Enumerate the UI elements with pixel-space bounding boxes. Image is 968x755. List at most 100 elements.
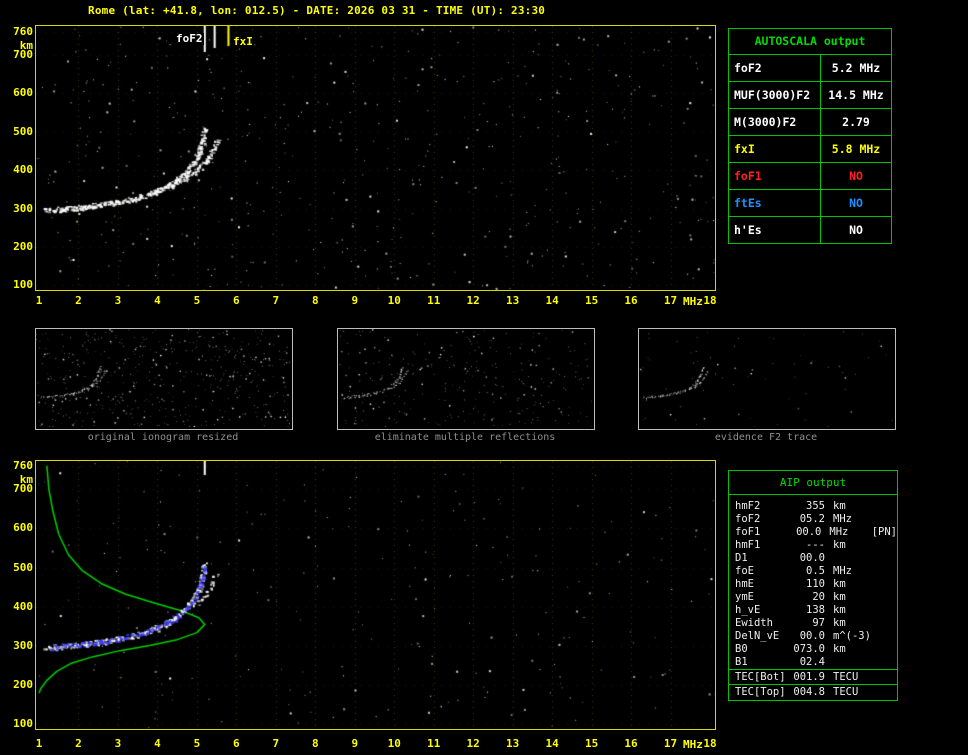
- x-tick-label: 9: [342, 738, 368, 750]
- autoscala-row-label: fxI: [729, 136, 821, 162]
- aip-unit: MHz: [825, 565, 875, 578]
- autoscala-output-rows: foF25.2 MHzMUF(3000)F214.5 MHzM(3000)F22…: [729, 55, 891, 243]
- aip-row: foE0.5MHz: [729, 565, 897, 578]
- autoscala-row-value: NO: [821, 190, 891, 216]
- autoscala-row-value: 2.79: [821, 109, 891, 135]
- aip-value: 0.5: [791, 565, 825, 578]
- scaled-ionogram-plot: [35, 25, 716, 291]
- y-tick-label: 760: [1, 460, 33, 472]
- x-tick-label: 13: [500, 738, 526, 750]
- aip-unit: TECU: [825, 685, 875, 699]
- y-tick-label: 600: [1, 522, 33, 534]
- autoscala-row-label: M(3000)F2: [729, 109, 821, 135]
- aip-name: B0: [735, 643, 791, 656]
- x-tick-label: 6: [223, 295, 249, 307]
- aip-row: B0073.0km: [729, 643, 897, 656]
- x-tick-label: 4: [144, 295, 170, 307]
- autoscala-window: Rome (lat: +41.8, lon: 012.5) - DATE: 20…: [0, 0, 968, 755]
- aip-row: Ewidth97km: [729, 617, 897, 630]
- x-tick-label: 15: [579, 738, 605, 750]
- aip-unit: km: [825, 643, 875, 656]
- aip-extra: [875, 578, 877, 591]
- aip-output-table: AIP output hmF2355kmfoF205.2MHzfoF100.0M…: [728, 470, 898, 701]
- y-tick-label: 300: [1, 640, 33, 652]
- x-tick-label: 12: [460, 738, 486, 750]
- thumbnail-caption-eliminate: eliminate multiple reflections: [336, 432, 594, 443]
- aip-name: hmF2: [735, 500, 791, 513]
- x-tick-label: 2: [65, 295, 91, 307]
- x-tick-label: 16: [618, 738, 644, 750]
- autoscala-output-table: AUTOSCALA output foF25.2 MHzMUF(3000)F21…: [728, 28, 892, 244]
- fof2-marker-label: foF2: [175, 33, 204, 45]
- y-axis-unit-label: km: [1, 40, 33, 52]
- aip-name: hmF1: [735, 539, 791, 552]
- aip-extra: [875, 685, 877, 699]
- y-tick-label: 200: [1, 679, 33, 691]
- aip-unit: TECU: [825, 670, 875, 684]
- thumbnail-eliminate-canvas: [338, 329, 592, 427]
- aip-extra: [875, 539, 877, 552]
- aip-value: 001.9: [791, 670, 825, 684]
- autoscala-row: ftEsNO: [729, 190, 891, 217]
- x-tick-label: 10: [381, 295, 407, 307]
- profile-ionogram-canvas: [36, 461, 715, 729]
- thumbnail-evidence-f2: [638, 328, 896, 430]
- x-tick-label: 8: [302, 738, 328, 750]
- aip-unit: km: [825, 591, 875, 604]
- y-tick-label: 200: [1, 241, 33, 253]
- aip-name: D1: [735, 552, 791, 565]
- aip-extra: [875, 552, 877, 565]
- aip-name: h_vE: [735, 604, 791, 617]
- x-tick-label: 13: [500, 295, 526, 307]
- x-tick-label: 12: [460, 295, 486, 307]
- aip-extra: [875, 500, 877, 513]
- aip-tec-row: TEC[Top]004.8TECU: [729, 684, 897, 699]
- aip-row: DelN_vE00.0m^(-3): [729, 630, 897, 643]
- x-tick-label: 10: [381, 738, 407, 750]
- aip-tec-row: TEC[Bot]001.9TECU: [729, 669, 897, 684]
- autoscala-row-label: MUF(3000)F2: [729, 82, 821, 108]
- x-tick-label: 2: [65, 738, 91, 750]
- aip-unit: [825, 552, 875, 565]
- aip-value: 004.8: [791, 685, 825, 699]
- aip-row: h_vE138km: [729, 604, 897, 617]
- aip-name: hmE: [735, 578, 791, 591]
- thumbnail-evidence-canvas: [639, 329, 893, 427]
- y-tick-label: 600: [1, 87, 33, 99]
- aip-unit: MHz: [821, 526, 869, 539]
- aip-unit: km: [825, 539, 875, 552]
- thumbnail-eliminate-reflections: [337, 328, 595, 430]
- x-tick-label: 14: [539, 295, 565, 307]
- autoscala-row-value: NO: [821, 217, 891, 243]
- aip-output-rows: hmF2355kmfoF205.2MHzfoF100.0MHz[PN]hmF1-…: [729, 495, 897, 700]
- y-tick-label: 400: [1, 601, 33, 613]
- x-tick-label: 17: [658, 295, 684, 307]
- x-tick-label: 5: [184, 295, 210, 307]
- aip-name: foF2: [735, 513, 791, 526]
- aip-value: 110: [791, 578, 825, 591]
- aip-unit: MHz: [825, 513, 875, 526]
- aip-output-header: AIP output: [729, 471, 897, 495]
- aip-unit: km: [825, 578, 875, 591]
- autoscala-row-label: foF2: [729, 55, 821, 81]
- aip-value: 00.0: [791, 630, 825, 643]
- aip-name: foF1: [735, 526, 789, 539]
- aip-value: 073.0: [791, 643, 825, 656]
- autoscala-row-value: 5.2 MHz: [821, 55, 891, 81]
- aip-name: ymE: [735, 591, 791, 604]
- thumbnail-caption-original: original ionogram resized: [34, 432, 292, 443]
- aip-value: 00.0: [789, 526, 822, 539]
- autoscala-row-value: 5.8 MHz: [821, 136, 891, 162]
- aip-name: Ewidth: [735, 617, 791, 630]
- autoscala-row-label: ftEs: [729, 190, 821, 216]
- x-tick-label: 4: [144, 738, 170, 750]
- x-tick-label: 11: [421, 295, 447, 307]
- aip-extra: [PN]: [870, 526, 897, 539]
- fxi-marker-label: fxI: [232, 36, 254, 48]
- aip-row: hmE110km: [729, 578, 897, 591]
- autoscala-row: h'EsNO: [729, 217, 891, 243]
- autoscala-row-value: 14.5 MHz: [821, 82, 891, 108]
- aip-row: foF205.2MHz: [729, 513, 897, 526]
- aip-value: 05.2: [791, 513, 825, 526]
- aip-value: ---: [791, 539, 825, 552]
